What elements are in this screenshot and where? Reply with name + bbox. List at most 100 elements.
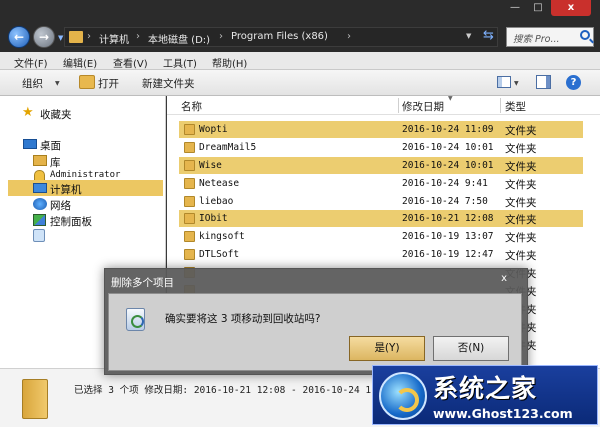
dialog-close-button[interactable]: x — [501, 273, 507, 284]
column-type[interactable]: 类型 — [505, 99, 526, 114]
search-input[interactable]: 搜索 Pro... — [506, 27, 594, 47]
open-button[interactable]: 打开 — [98, 76, 119, 91]
file-date: 2016-10-24 11:09 — [402, 124, 494, 135]
history-dropdown-icon[interactable]: ▼ — [58, 34, 63, 42]
folder-icon — [184, 213, 195, 224]
forward-button[interactable]: → — [33, 26, 55, 48]
file-name: Wise — [199, 160, 222, 171]
file-type: 文件夹 — [505, 232, 537, 244]
nav-control-panel[interactable]: 控制面板 — [30, 212, 140, 228]
file-name: kingsoft — [199, 231, 245, 242]
breadcrumb-separator[interactable]: › — [87, 31, 91, 42]
nav-network[interactable]: 网络 — [30, 196, 140, 212]
no-button[interactable]: 否(N) — [433, 336, 509, 361]
network-icon — [33, 198, 47, 210]
close-button[interactable]: x — [551, 0, 591, 16]
control-panel-icon — [33, 214, 46, 226]
file-date: 2016-10-24 10:01 — [402, 142, 494, 153]
file-date: 2016-10-21 12:08 — [402, 213, 494, 224]
file-row[interactable]: DTLSoft 2016-10-19 12:47 文件夹 — [179, 246, 583, 263]
maximize-button[interactable]: □ — [527, 0, 549, 16]
nav-libraries[interactable]: 库 — [30, 153, 140, 169]
search-icon[interactable] — [580, 30, 590, 40]
breadcrumb-folder[interactable]: Program Files (x86) — [231, 31, 328, 42]
file-row[interactable]: liebao 2016-10-24 7:50 文件夹 — [179, 193, 583, 210]
file-type: 文件夹 — [505, 125, 537, 137]
command-bar: 组织 ▼ 打开 新建文件夹 ▼ ? — [0, 70, 600, 96]
chevron-down-icon[interactable]: ▼ — [514, 80, 519, 87]
nav-desktop[interactable]: 桌面 — [20, 136, 140, 152]
address-dropdown-icon[interactable]: ▼ — [466, 32, 471, 40]
nav-label: 收藏夹 — [40, 109, 72, 121]
view-options-icon[interactable] — [497, 76, 511, 88]
file-type: 文件夹 — [505, 250, 537, 262]
preview-pane-icon[interactable] — [536, 75, 551, 89]
file-row[interactable]: IObit 2016-10-21 12:08 文件夹 — [179, 210, 583, 227]
new-folder-button[interactable]: 新建文件夹 — [142, 76, 195, 91]
search-placeholder: 搜索 Pro... — [513, 34, 560, 45]
library-icon — [33, 155, 47, 166]
folder-icon — [184, 160, 195, 171]
desktop-icon — [23, 139, 37, 149]
folder-icon — [184, 124, 195, 135]
file-row[interactable]: DreamMail5 2016-10-24 10:01 文件夹 — [179, 139, 583, 156]
nav-computer[interactable]: 计算机 — [8, 180, 163, 196]
yes-button[interactable]: 是(Y) — [349, 336, 425, 361]
menu-edit[interactable]: 编辑(E) — [63, 55, 97, 70]
column-date[interactable]: 修改日期 — [402, 99, 444, 114]
address-bar[interactable]: › 计算机 › 本地磁盘 (D:) › Program Files (x86) … — [64, 27, 498, 47]
menu-file[interactable]: 文件(F) — [14, 55, 48, 70]
folder-icon — [184, 231, 195, 242]
column-separator[interactable] — [500, 98, 501, 113]
folder-icon — [22, 379, 48, 419]
file-name: Wopti — [199, 124, 228, 135]
menu-view[interactable]: 查看(V) — [113, 55, 148, 70]
file-row[interactable]: Wopti 2016-10-24 11:09 文件夹 — [179, 121, 583, 138]
refresh-icon[interactable]: ⇆ — [483, 28, 494, 43]
nav-label: 网络 — [50, 200, 71, 212]
menu-help[interactable]: 帮助(H) — [212, 55, 247, 70]
file-type: 文件夹 — [505, 197, 537, 209]
file-name: DreamMail5 — [199, 142, 257, 153]
file-name: Netease — [199, 178, 240, 189]
breadcrumb-separator[interactable]: › — [219, 31, 223, 42]
file-date: 2016-10-24 10:01 — [402, 160, 494, 171]
nav-favorites[interactable]: ★ 收藏夹 — [20, 105, 140, 121]
file-row[interactable]: Wise 2016-10-24 10:01 文件夹 — [179, 157, 583, 174]
file-type: 文件夹 — [505, 143, 537, 155]
address-row: ← → ▼ › 计算机 › 本地磁盘 (D:) › Program Files … — [0, 22, 600, 52]
back-button[interactable]: ← — [8, 26, 30, 48]
file-date: 2016-10-19 13:07 — [402, 231, 494, 242]
organize-button[interactable]: 组织 — [22, 76, 43, 91]
file-date: 2016-10-24 7:50 — [402, 196, 488, 207]
dialog-message: 确实要将这 3 项移动到回收站吗? — [165, 313, 321, 325]
breadcrumb-computer[interactable]: 计算机 — [99, 31, 129, 46]
folder-icon — [184, 249, 195, 260]
nav-label: 桌面 — [40, 140, 61, 152]
file-date: 2016-10-24 9:41 — [402, 178, 488, 189]
folder-icon — [184, 196, 195, 207]
minimize-button[interactable]: — — [504, 0, 526, 16]
title-bar: — □ x — [0, 0, 600, 22]
folder-icon — [69, 31, 83, 43]
watermark-logo: 系统之家 www.Ghost123.com — [372, 365, 598, 425]
breadcrumb-separator[interactable]: › — [347, 31, 351, 42]
breadcrumb-drive[interactable]: 本地磁盘 (D:) — [148, 31, 210, 46]
breadcrumb-separator[interactable]: › — [136, 31, 140, 42]
star-icon: ★ — [22, 105, 34, 120]
menu-tools[interactable]: 工具(T) — [163, 55, 197, 70]
sort-descending-icon: ▼ — [448, 95, 453, 102]
recycle-bin-icon — [33, 229, 45, 242]
arrow-left-icon: ← — [13, 30, 25, 44]
file-name: IObit — [199, 213, 228, 224]
column-name[interactable]: 名称 — [181, 99, 202, 114]
nav-recycle-bin[interactable] — [30, 228, 60, 244]
menu-bar: 文件(F) 编辑(E) 查看(V) 工具(T) 帮助(H) — [0, 52, 600, 70]
nav-label: 控制面板 — [50, 216, 92, 228]
file-row[interactable]: kingsoft 2016-10-19 13:07 文件夹 — [179, 228, 583, 245]
logo-icon — [379, 372, 427, 420]
help-icon[interactable]: ? — [566, 75, 581, 90]
file-row[interactable]: Netease 2016-10-24 9:41 文件夹 — [179, 175, 583, 192]
file-date: 2016-10-19 12:47 — [402, 249, 494, 260]
column-separator[interactable] — [398, 98, 399, 113]
